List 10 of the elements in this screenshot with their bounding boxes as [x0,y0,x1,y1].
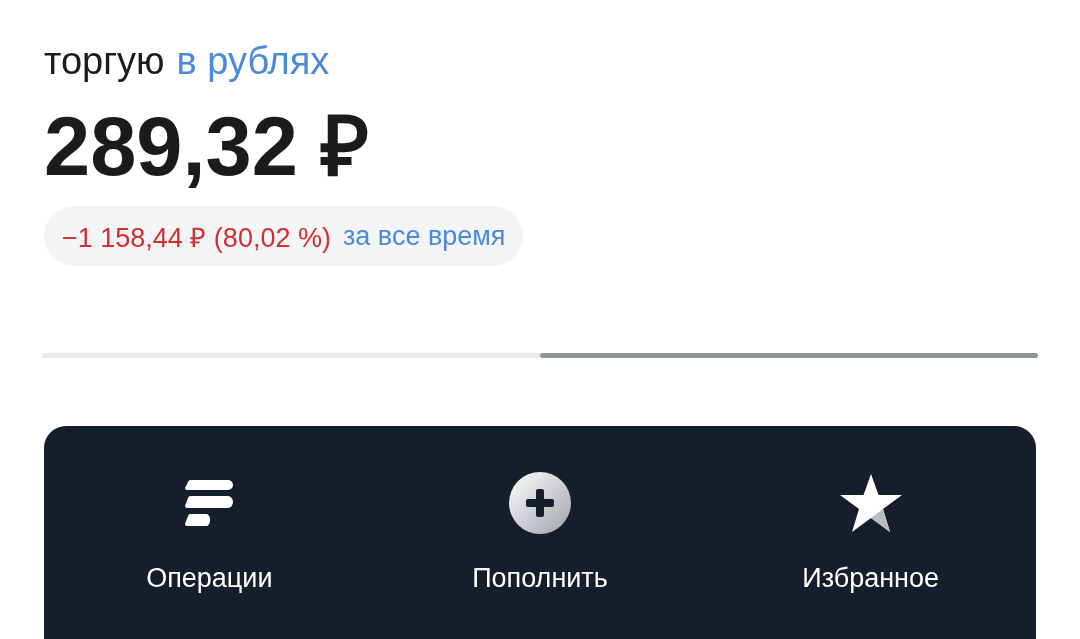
action-button[interactable]: Избранное [705,472,1036,593]
trading-label: торгую [44,39,165,84]
currency-link[interactable]: в рублях [176,38,330,84]
star-icon [839,474,902,532]
action-button[interactable]: Операции [44,472,375,593]
plus-circle-icon [509,472,571,534]
stacked-bars-icon [185,480,234,526]
change-value: −1 158,44 ₽ (80,02 %) [62,221,331,255]
balance-amount: 289,32 ₽ [44,102,370,192]
action-button[interactable]: Пополнить [374,472,706,593]
